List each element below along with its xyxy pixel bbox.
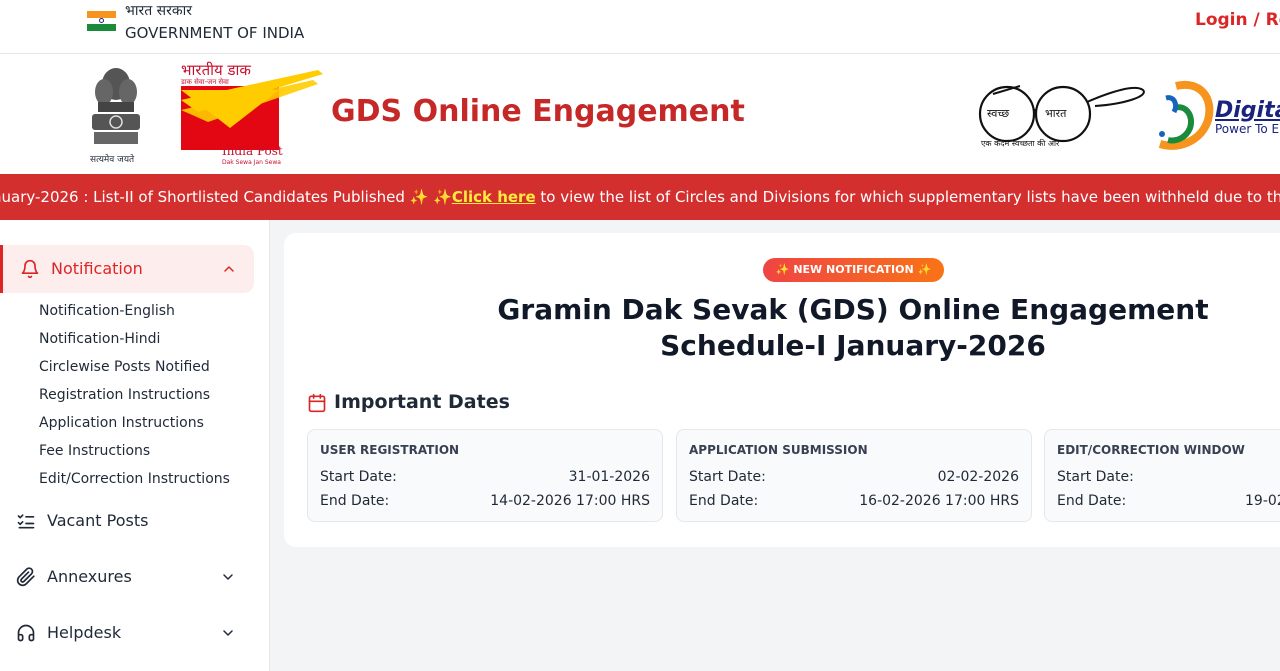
site-header: सत्यमेव जयते भारतीय डाक डाक सेवा-जन सेवा… [0,54,1280,174]
end-date-value: 14-02-2026 17:00 HRS [490,493,650,509]
headset-icon [17,624,35,642]
schedule-title: Gramin Dak Sevak (GDS) Online Engagement… [497,293,1209,362]
india-post-hindi: भारतीय डाक [181,61,251,79]
start-date-label: Start Date: [1057,469,1134,485]
important-dates-heading: Important Dates [334,391,510,413]
app-root: भारत सरकार GOVERNMENT OF INDIA Login / R… [0,0,1280,671]
list-checks-icon [17,514,35,529]
end-date-value: 16-02-2026 17:00 HRS [859,493,1019,509]
emblem-caption: सत्यमेव जयते [90,155,135,165]
sidebar-item-vacant-posts[interactable]: Vacant Posts [0,501,254,541]
calendar-icon [308,393,326,413]
date-card-title: APPLICATION SUBMISSION [689,443,868,457]
swachh-word-1: स्वच्छ [987,107,1010,120]
chevron-down-icon [223,630,233,636]
end-date-label: End Date: [1057,493,1127,509]
date-card-title: USER REGISTRATION [320,443,460,457]
chevron-down-icon [223,574,233,580]
submenu-edit-correction-instructions[interactable]: Edit/Correction Instructions [39,471,230,487]
sidebar-item-annexures[interactable]: Annexures [0,557,254,597]
gov-strip: भारत सरकार GOVERNMENT OF INDIA Login / R… [0,0,1280,54]
gov-english-label: GOVERNMENT OF INDIA [125,24,305,42]
sidebar-item-helpdesk[interactable]: Helpdesk [0,613,254,653]
date-card-title: EDIT/CORRECTION WINDOW [1057,443,1245,457]
digital-india-tagline: Power To E [1215,122,1280,136]
ticker-content: nuary-2026 : List-II of Shortlisted Cand… [0,188,1280,206]
submenu-application-instructions[interactable]: Application Instructions [39,415,204,431]
sidebar: Notification Notification-English Notifi… [0,220,270,671]
login-register-link[interactable]: Login / Re [1195,10,1280,30]
date-card-edit-correction-window: EDIT/CORRECTION WINDOW Start Date: End D… [1044,429,1280,522]
sidebar-item-label: Notification [51,259,143,278]
new-notification-badge: ✨ NEW NOTIFICATION ✨ [763,258,944,282]
submenu-fee-instructions[interactable]: Fee Instructions [39,443,150,459]
end-date-label: End Date: [689,493,759,509]
submenu-notification-english[interactable]: Notification-English [39,303,175,319]
start-date-value: 02-02-2026 [937,469,1019,485]
start-date-label: Start Date: [689,469,766,485]
submenu-circlewise-posts[interactable]: Circlewise Posts Notified [39,359,210,375]
digital-india-title: Digital [1215,98,1280,123]
ticker-click-here-link[interactable]: Click here [452,188,536,206]
india-post-english: India Post [222,144,283,158]
submenu-notification-hindi[interactable]: Notification-Hindi [39,331,160,347]
national-emblem-icon [92,68,140,144]
india-post-hindi-tagline: डाक सेवा-जन सेवा [181,78,229,86]
start-date-label: Start Date: [320,469,397,485]
end-date-value: 19-02 [1245,493,1280,509]
bell-icon [21,259,39,279]
sidebar-item-label: Helpdesk [47,623,122,642]
sidebar-item-label: Annexures [47,567,132,586]
sidebar-item-label: Vacant Posts [47,511,149,530]
date-card-user-registration: USER REGISTRATION Start Date: 31-01-2026… [307,429,663,522]
site-title: GDS Online Engagement [331,94,745,129]
ticker-text-1: nuary-2026 : List-II of Shortlisted Cand… [0,188,452,206]
ticker-text-2: to view the list of Circles and Division… [535,188,1280,206]
news-ticker: nuary-2026 : List-II of Shortlisted Cand… [0,174,1280,220]
india-flag-icon [87,11,116,31]
end-date-label: End Date: [320,493,390,509]
date-card-application-submission: APPLICATION SUBMISSION Start Date: 02-02… [676,429,1032,522]
chevron-up-icon [224,266,234,272]
swachh-word-2: भारत [1045,107,1067,120]
paperclip-icon [16,567,35,587]
gov-hindi-label: भारत सरकार [125,3,192,19]
swachh-caption: एक कदम स्वच्छता की ओर [981,139,1060,148]
submenu-registration-instructions[interactable]: Registration Instructions [39,387,210,403]
sidebar-item-notification[interactable]: Notification [0,245,254,293]
start-date-value: 31-01-2026 [568,469,650,485]
india-post-english-tagline: Dak Sewa Jan Sewa [222,159,281,166]
